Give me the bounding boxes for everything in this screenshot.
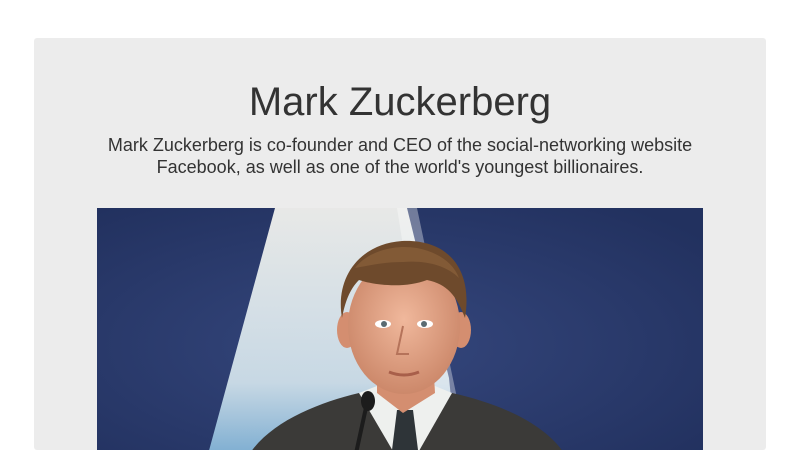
profile-description: Mark Zuckerberg is co-founder and CEO of… [107, 135, 693, 177]
portrait-photo [97, 208, 703, 450]
portrait-illustration [97, 208, 703, 450]
page-title: Mark Zuckerberg [248, 80, 552, 124]
profile-card: Mark Zuckerberg Mark Zuckerberg is co-fo… [34, 38, 766, 450]
